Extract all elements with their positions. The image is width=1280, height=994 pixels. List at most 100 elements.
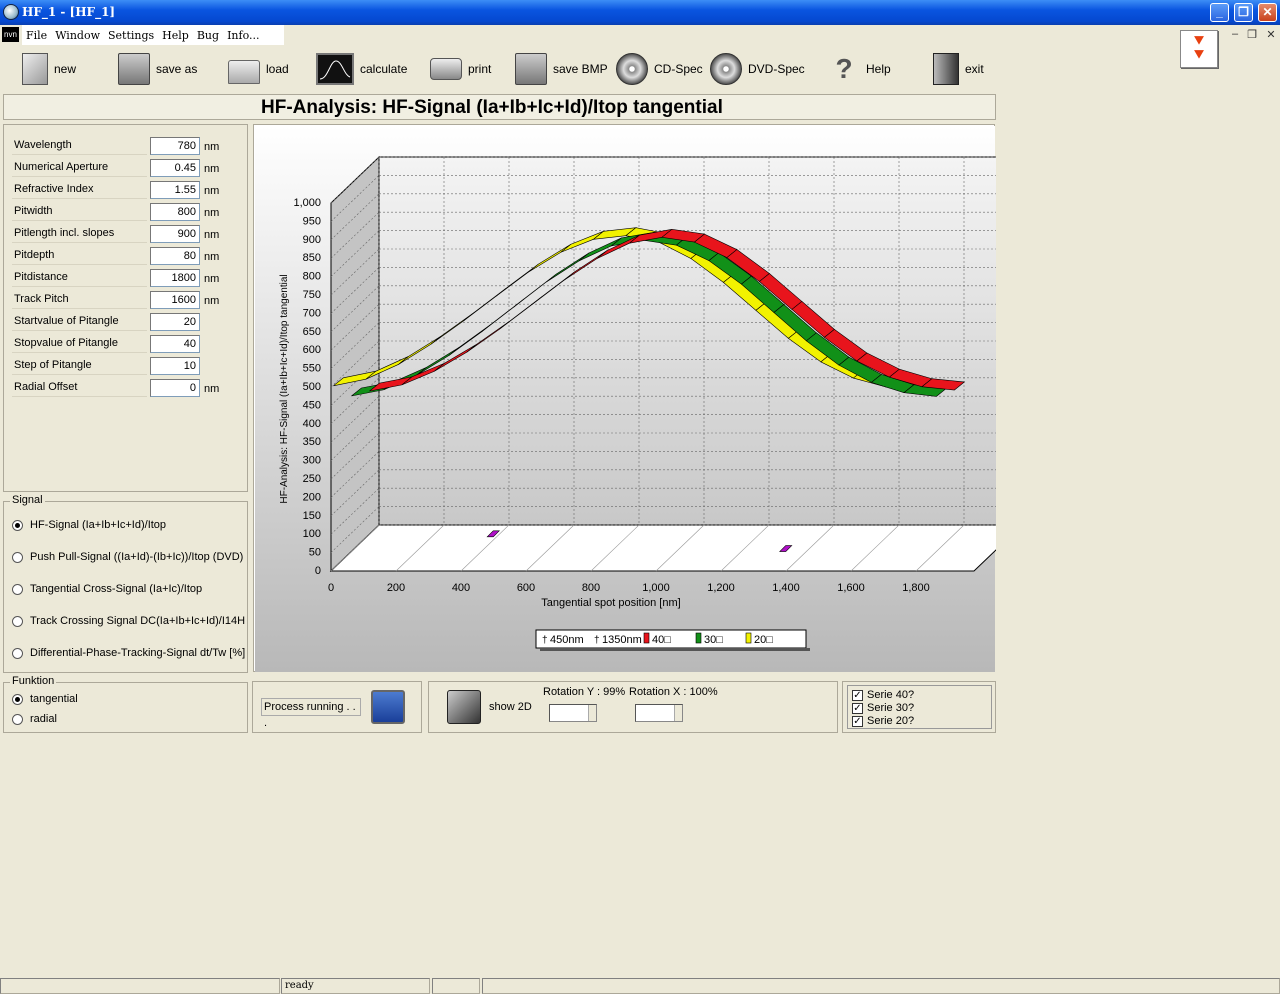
menu-file[interactable]: File [26, 29, 47, 42]
funktion-option-tangential[interactable]: tangential [12, 693, 78, 705]
show-2d-icon[interactable] [447, 690, 481, 724]
minimize-button[interactable]: _ [1210, 3, 1229, 22]
menu-settings[interactable]: Settings [108, 29, 154, 42]
new-document-icon [22, 53, 48, 85]
signal-groupbox: Signal HF-Signal (Ia+Ib+Ic+Id)/Itop Push… [3, 494, 248, 673]
x-tick-label: 600 [517, 582, 535, 594]
funktion-option-radial[interactable]: radial [12, 713, 57, 725]
signal-option-hf[interactable]: HF-Signal (Ia+Ib+Ic+Id)/Itop [12, 519, 166, 531]
process-panel: Process running . . . [252, 681, 422, 733]
close-button[interactable]: ✕ [1258, 3, 1277, 22]
signal-option-differential-phase[interactable]: Differential-Phase-Tracking-Signal dt/Tw… [12, 647, 245, 659]
track-pitch-input[interactable]: 1600 [150, 291, 200, 309]
menu-info[interactable]: Info... [227, 29, 259, 42]
radio-icon [12, 647, 23, 659]
dvd-spec-button[interactable]: DVD-Spec [710, 52, 805, 86]
param-unit: nm [204, 251, 220, 263]
menu-help[interactable]: Help [162, 29, 189, 42]
app-icon[interactable] [3, 4, 19, 20]
param-label: Pitdepth [12, 247, 147, 265]
param-unit: nm [204, 185, 220, 197]
signal-option-tangential-cross[interactable]: Tangential Cross-Signal (Ia+Ic)/Itop [12, 583, 202, 595]
pitdistance-input[interactable]: 1800 [150, 269, 200, 287]
checkmark-icon: ✓ [852, 702, 863, 714]
new-button[interactable]: new [22, 52, 76, 86]
y-tick-label: 800 [303, 271, 321, 283]
step-pitangle-input[interactable]: 10 [150, 357, 200, 375]
mdi-restore-button[interactable]: ❐ [1245, 28, 1259, 42]
funktion-title: Funktion [10, 675, 57, 687]
expand-chevron-button[interactable]: ⯆ ⯆ [1180, 30, 1218, 68]
mdi-minimize-button[interactable]: – [1228, 28, 1242, 42]
y-tick-label: 550 [303, 363, 321, 375]
serie-20-checkbox[interactable]: ✓ Serie 20? [852, 715, 914, 727]
pitdepth-input[interactable]: 80 [150, 247, 200, 265]
rotation-y-label: Rotation Y : 99% [543, 686, 626, 698]
serie-40-checkbox[interactable]: ✓ Serie 40? [852, 689, 914, 701]
y-tick-label: 200 [303, 491, 321, 503]
numerical-aperture-input[interactable]: 0.45 [150, 159, 200, 177]
param-unit: nm [204, 207, 220, 219]
radio-icon [12, 583, 23, 595]
restore-button[interactable]: ❐ [1234, 3, 1253, 22]
rotation-y-slider[interactable] [549, 704, 597, 722]
load-button[interactable]: load [228, 52, 289, 86]
x-tick-label: 800 [582, 582, 600, 594]
menu-items: File Window Settings Help Bug Info... [22, 25, 284, 45]
legend-label: 20□ [754, 634, 773, 646]
rotation-x-slider[interactable] [635, 704, 683, 722]
menu-window[interactable]: Window [55, 29, 100, 42]
printer-icon [430, 58, 462, 80]
radio-label: Tangential Cross-Signal (Ia+Ic)/Itop [30, 583, 203, 595]
toolbar: new save as load calculate print save BM… [0, 46, 1000, 92]
exit-button[interactable]: exit [933, 52, 984, 86]
serie-30-checkbox[interactable]: ✓ Serie 30? [852, 702, 914, 714]
exit-door-icon [933, 53, 959, 85]
y-tick-label: 1,000 [293, 197, 321, 209]
chart-icon [316, 53, 354, 85]
title-bar: HF_1 - [HF_1] _ ❐ ✕ [0, 0, 1280, 25]
radio-icon [12, 713, 23, 725]
mdi-close-button[interactable]: ✕ [1264, 28, 1278, 42]
slider-thumb[interactable] [588, 705, 596, 721]
signal-option-push-pull[interactable]: Push Pull-Signal ((Ia+Id)-(Ib+Ic))/Itop … [12, 551, 243, 563]
pitwidth-input[interactable]: 800 [150, 203, 200, 221]
save-bmp-button[interactable]: save BMP [515, 52, 608, 86]
parameters-panel: Wavelength 780 nm Numerical Aperture 0.4… [3, 124, 248, 492]
save-as-icon [118, 53, 150, 85]
slider-thumb[interactable] [674, 705, 682, 721]
hf-signal-chart: 0 50 100 150 200 250 300 350 400 450 500 550 600 650 7… [255, 126, 996, 672]
refractive-index-input[interactable]: 1.55 [150, 181, 200, 199]
monitor-icon[interactable] [371, 690, 405, 724]
menu-bug[interactable]: Bug [197, 29, 219, 42]
save-as-button[interactable]: save as [118, 52, 197, 86]
status-text: ready [281, 978, 430, 994]
legend-swatch [643, 632, 650, 644]
legend-swatch [745, 632, 752, 644]
print-label: print [468, 62, 492, 76]
radial-offset-input[interactable]: 0 [150, 379, 200, 397]
stop-pitangle-input[interactable]: 40 [150, 335, 200, 353]
wavelength-input[interactable]: 780 [150, 137, 200, 155]
mdi-document-icon[interactable]: nvn [2, 27, 19, 42]
app-window: { "window": { "title": "HF_1 - [HF_1]" }… [0, 0, 1280, 994]
pitlength-input[interactable]: 900 [150, 225, 200, 243]
signal-option-track-crossing[interactable]: Track Crossing Signal DC(Ia+Ib+Ic+Id)/I1… [12, 615, 245, 627]
param-label: Startvalue of Pitangle [12, 313, 147, 331]
checkmark-icon: ✓ [852, 689, 863, 701]
y-tick-label: 250 [303, 473, 321, 485]
cd-spec-label: CD-Spec [654, 62, 703, 76]
legend-swatch [695, 632, 702, 644]
dvd-spec-label: DVD-Spec [748, 62, 805, 76]
show-2d-label[interactable]: show 2D [489, 701, 532, 713]
start-pitangle-input[interactable]: 20 [150, 313, 200, 331]
cd-spec-button[interactable]: CD-Spec [616, 52, 703, 86]
legend-label: 40□ [652, 634, 671, 646]
help-button[interactable]: ? Help [828, 52, 890, 86]
radio-selected-icon [12, 693, 23, 705]
legend-label: 30□ [704, 634, 723, 646]
print-button[interactable]: print [430, 52, 491, 86]
radio-label: Push Pull-Signal ((Ia+Id)-(Ib+Ic))/Itop … [30, 551, 244, 563]
calculate-button[interactable]: calculate [316, 52, 407, 86]
param-unit: nm [204, 383, 220, 395]
